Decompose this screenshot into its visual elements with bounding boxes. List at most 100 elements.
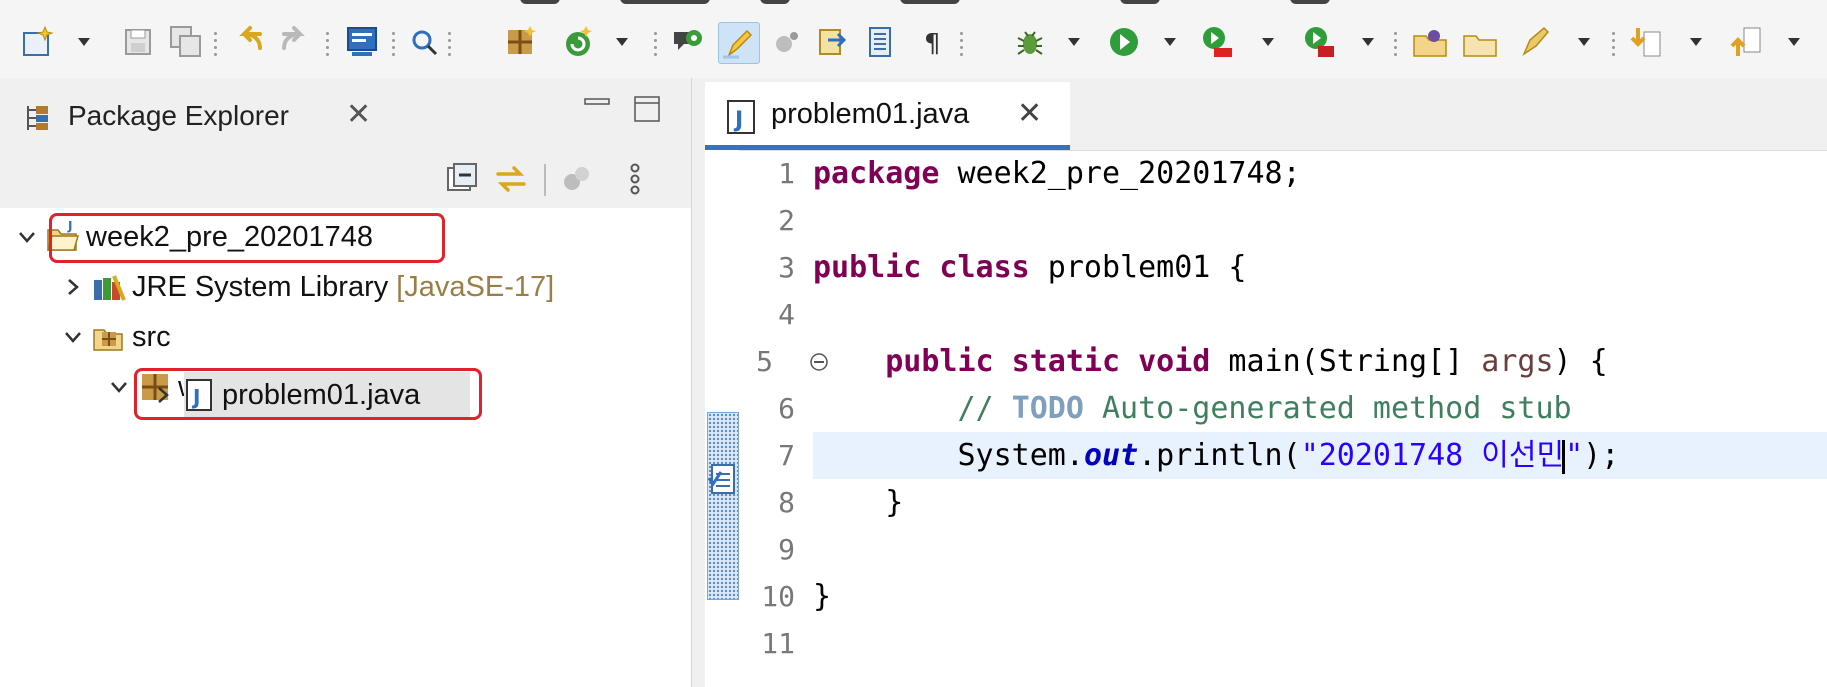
- open-type-icon[interactable]: [1410, 22, 1450, 62]
- view-toolbar: [0, 152, 691, 208]
- task-marker-icon[interactable]: [707, 462, 737, 496]
- library-icon: [94, 275, 126, 301]
- line-number: 1: [778, 157, 795, 190]
- annotation-icon[interactable]: [1516, 22, 1556, 62]
- svg-text:J: J: [733, 108, 743, 133]
- parameter: args: [1481, 344, 1554, 379]
- toggle-highlight-icon[interactable]: [718, 22, 760, 64]
- view-tab-bar: Package Explorer ✕: [0, 78, 691, 152]
- main-toolbar: ¶: [0, 0, 1827, 78]
- close-icon[interactable]: ✕: [1017, 99, 1042, 129]
- filter-icon[interactable]: [560, 162, 594, 196]
- code-line-8: }: [813, 485, 904, 520]
- save-icon[interactable]: [118, 22, 158, 62]
- breakpoint-icon[interactable]: [768, 22, 808, 62]
- outline-icon[interactable]: [860, 22, 900, 62]
- open-task-context-icon[interactable]: [1460, 22, 1500, 62]
- toolbar-separator: [214, 30, 217, 58]
- code-line-6: // TODO Auto-generated method stub: [813, 385, 1827, 432]
- annotation-dropdown-arrow[interactable]: [1578, 38, 1590, 46]
- line-number: 6: [778, 392, 795, 425]
- project-tree: J week2_pre_20201748 JRE System Library …: [0, 208, 691, 687]
- close-icon[interactable]: ✕: [346, 100, 371, 130]
- code-text: .println(: [1138, 438, 1301, 473]
- keyword: package: [813, 156, 940, 191]
- maximize-icon[interactable]: [634, 96, 660, 122]
- view-menu-icon[interactable]: [618, 162, 652, 196]
- undo-icon[interactable]: [228, 22, 268, 62]
- line-number-ruler: 1 2 3 4 5 6 7 8 9 10 11: [739, 150, 828, 687]
- run-dropdown-arrow[interactable]: [1164, 38, 1176, 46]
- source-folder-icon: [93, 329, 123, 351]
- terminal-icon[interactable]: [342, 22, 382, 62]
- code-line-3: public class problem01 {: [813, 244, 1827, 291]
- tree-item-jre-library[interactable]: JRE System Library [JavaSE-17]: [62, 264, 554, 310]
- open-task-icon[interactable]: [812, 22, 852, 62]
- code-coverage-icon[interactable]: [668, 22, 708, 62]
- code-text: problem01 {: [1029, 250, 1247, 285]
- package-explorer-view: Package Explorer ✕ J week2_pre_20201748 …: [0, 78, 691, 687]
- jre-version-decoration: [JavaSE-17]: [396, 270, 555, 303]
- new-wizard-icon[interactable]: [18, 22, 58, 62]
- code-area[interactable]: package week2_pre_20201748; public class…: [813, 150, 1827, 687]
- save-all-icon[interactable]: [166, 22, 206, 62]
- link-with-editor-icon[interactable]: [494, 162, 528, 196]
- refresh-icon[interactable]: [558, 22, 598, 62]
- java-file-icon: J: [727, 100, 755, 134]
- tree-item-src[interactable]: src: [62, 314, 171, 360]
- tab-problem01-java[interactable]: J problem01.java ✕: [705, 82, 1070, 150]
- redo-icon[interactable]: [276, 22, 316, 62]
- run-last-icon[interactable]: [1198, 22, 1238, 62]
- keyword: public static void: [885, 344, 1211, 379]
- code-line-10: }: [813, 579, 832, 614]
- minimize-icon[interactable]: [584, 96, 610, 108]
- code-text: main(String[]: [1210, 344, 1482, 379]
- line-number: 7: [778, 439, 795, 472]
- chevron-down-icon[interactable]: [62, 326, 84, 348]
- todo-tag: TODO: [1011, 391, 1084, 426]
- code-line-7: System.out.println("20201748 이선민");: [813, 432, 1827, 479]
- refresh-dropdown-arrow[interactable]: [616, 38, 628, 46]
- toolbar-separator: [326, 30, 329, 58]
- pane-divider[interactable]: [691, 78, 706, 687]
- search-icon[interactable]: [404, 22, 444, 62]
- code-line-5: public static void main(String[] args) {: [813, 338, 1827, 385]
- line-number: 5: [756, 345, 773, 378]
- chevron-right-icon[interactable]: [62, 276, 84, 298]
- toolbar-separator: [1394, 30, 1397, 58]
- next-annotation-dropdown-arrow[interactable]: [1690, 38, 1702, 46]
- tree-item-label: JRE System Library: [132, 270, 389, 303]
- toolbar-separator: [392, 30, 395, 58]
- external-tools-dropdown-arrow[interactable]: [1362, 38, 1374, 46]
- debug-dropdown-arrow[interactable]: [1068, 38, 1080, 46]
- run-last-dropdown-arrow[interactable]: [1262, 38, 1274, 46]
- previous-annotation-icon[interactable]: [1726, 22, 1766, 62]
- debug-icon[interactable]: [1010, 22, 1050, 62]
- chevron-down-icon[interactable]: [16, 226, 38, 248]
- code-line-1: package week2_pre_20201748;: [813, 150, 1827, 197]
- new-class-icon[interactable]: [500, 22, 540, 62]
- keyword: public class: [813, 250, 1030, 285]
- editor-tab-bar: J problem01.java ✕: [705, 78, 1827, 151]
- line-number: 8: [778, 486, 795, 519]
- comment: //: [957, 391, 1012, 426]
- tab-package-explorer[interactable]: Package Explorer ✕: [10, 82, 394, 152]
- chevron-down-icon[interactable]: [108, 376, 130, 398]
- line-number: 3: [778, 251, 795, 284]
- line-number: 4: [778, 298, 795, 331]
- new-dropdown-arrow[interactable]: [78, 38, 90, 46]
- run-icon[interactable]: [1104, 22, 1144, 62]
- previous-annotation-dropdown-arrow[interactable]: [1788, 38, 1800, 46]
- tab-label: Package Explorer: [68, 100, 290, 131]
- next-annotation-icon[interactable]: [1626, 22, 1666, 62]
- show-whitespace-icon[interactable]: ¶: [914, 22, 954, 62]
- code-text: );: [1583, 438, 1620, 473]
- tab-label: problem01.java: [771, 98, 970, 130]
- external-tools-icon[interactable]: [1300, 22, 1340, 62]
- collapse-all-icon[interactable]: [446, 162, 480, 196]
- left-ruler: [705, 150, 739, 687]
- tree-item-label: src: [132, 320, 171, 353]
- highlight-box-file: [134, 368, 482, 420]
